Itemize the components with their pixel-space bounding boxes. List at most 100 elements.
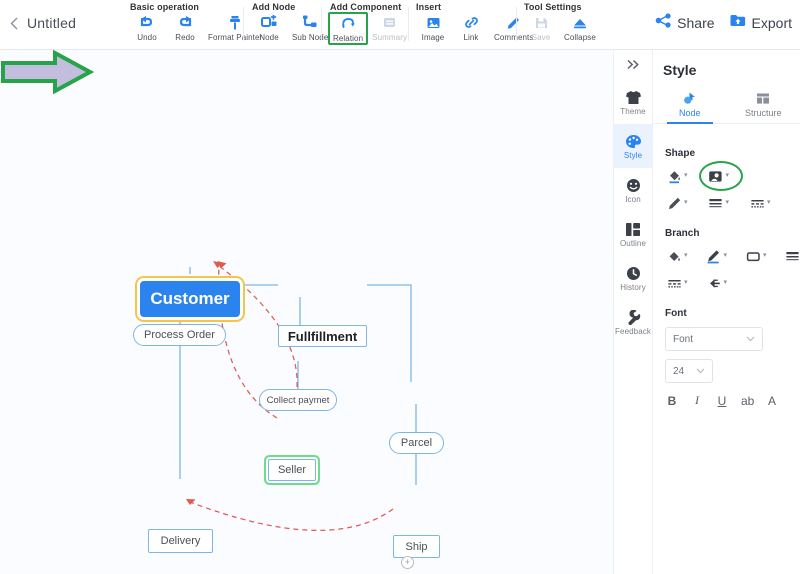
underline-button[interactable]: U xyxy=(716,394,728,408)
save-button[interactable]: Save xyxy=(522,13,560,42)
insert-image-button[interactable]: Image xyxy=(414,13,452,42)
branch-stroke-color-button[interactable]: ▾ xyxy=(705,247,729,265)
shape-line-weight-button[interactable]: ▾ xyxy=(707,194,731,212)
node-label: Seller xyxy=(277,464,307,476)
mindmap-node-seller[interactable]: Seller xyxy=(268,459,316,481)
mindmap-node-delivery[interactable]: Delivery xyxy=(148,529,213,553)
branch-arrow-style-button[interactable]: ▾ xyxy=(705,274,729,292)
sidebar-label: History xyxy=(620,282,646,292)
mindmap-node-parcel[interactable]: Parcel xyxy=(389,432,444,454)
shape-line-dash-button[interactable]: ▾ xyxy=(748,194,772,212)
summary-button[interactable]: Summary xyxy=(368,13,411,42)
insert-image-label: Image xyxy=(421,33,445,42)
back-button[interactable] xyxy=(6,16,22,34)
fill-bucket-icon xyxy=(666,248,682,264)
tab-node[interactable]: Node xyxy=(653,90,727,124)
layout-blocks-icon xyxy=(625,221,641,238)
branch-line-weight-button[interactable]: ▾ xyxy=(784,247,800,265)
sidebar-item-history[interactable]: History xyxy=(614,256,652,300)
add-sub-node-icon xyxy=(302,13,318,32)
text-color-button[interactable]: A xyxy=(766,394,778,408)
add-node-button[interactable]: Node xyxy=(250,13,288,42)
section-title: Branch xyxy=(665,228,700,239)
relation-label: Relation xyxy=(333,34,364,43)
node-label: Collect paymet xyxy=(266,394,330,406)
chevron-down-icon: ▾ xyxy=(723,279,728,286)
redo-button[interactable]: Redo xyxy=(166,13,204,42)
export-button[interactable]: Export xyxy=(729,13,792,33)
highlighter-pen-icon xyxy=(706,248,722,264)
rounded-rect-icon xyxy=(745,248,761,264)
node-label: Parcel xyxy=(400,437,433,449)
summary-label: Summary xyxy=(372,33,408,42)
branch-fill-button[interactable]: ▾ xyxy=(665,247,689,265)
font-size-field: 24 xyxy=(665,359,800,383)
add-node-label: Node xyxy=(259,33,279,42)
line-dash-style-icon xyxy=(749,195,765,211)
collapse-up-icon xyxy=(572,13,588,32)
palette-icon xyxy=(625,133,642,150)
share-button[interactable]: Share xyxy=(655,13,715,33)
font-size-select[interactable]: 24 xyxy=(665,359,713,383)
structure-grid-icon xyxy=(756,90,770,106)
line-weight-icon xyxy=(785,248,800,264)
insert-link-label: Link xyxy=(463,33,479,42)
font-family-value: Font xyxy=(673,333,694,345)
section-title: Shape xyxy=(665,148,696,159)
sidebar-item-feedback[interactable]: Feedback xyxy=(614,300,652,344)
undo-button[interactable]: Undo xyxy=(128,13,166,42)
italic-button[interactable]: I xyxy=(691,393,703,408)
chevron-down-icon: ▾ xyxy=(725,199,730,206)
chevron-down-icon: ▾ xyxy=(725,172,730,179)
summary-bracket-icon xyxy=(382,13,397,32)
shape-fill-button[interactable]: ▾ xyxy=(665,167,689,185)
document-title[interactable]: Untitled xyxy=(27,15,76,31)
section-title: Font xyxy=(665,308,687,319)
branch-row-2: ▾ ▾ xyxy=(665,274,800,292)
relation-button[interactable]: Relation xyxy=(328,12,369,45)
shape-row-1: ▾ ▾ xyxy=(665,161,800,191)
text-case-button[interactable]: ab xyxy=(741,394,754,408)
chevron-down-icon xyxy=(696,366,705,377)
chevron-down-icon: ▾ xyxy=(684,172,688,179)
sidebar-item-outline[interactable]: Outline xyxy=(614,212,652,256)
double-chevron-right-icon xyxy=(626,58,640,73)
collapse-button[interactable]: Collapse xyxy=(560,13,600,42)
tab-structure[interactable]: Structure xyxy=(727,90,800,123)
floppy-save-icon xyxy=(534,13,549,32)
branch-shape-button[interactable]: ▾ xyxy=(744,247,768,265)
group-title: Tool Settings xyxy=(524,2,582,12)
mindmap-canvas[interactable]: Customer Process Order Fullfillment Coll… xyxy=(0,50,613,574)
plus-circle-icon[interactable]: + xyxy=(401,556,414,569)
font-size-value: 24 xyxy=(673,365,685,377)
sidebar-item-icon[interactable]: Icon xyxy=(614,168,652,212)
mindmap-node-customer[interactable]: Customer xyxy=(140,281,240,317)
shape-stroke-color-button[interactable]: ▾ xyxy=(665,194,689,212)
add-sub-node-button[interactable]: Sub Node xyxy=(288,13,332,42)
mindmap-node-fulfillment[interactable]: Fullfillment xyxy=(278,325,367,347)
mindmap-node-ship[interactable]: Ship xyxy=(393,535,440,558)
collapse-panel-button[interactable] xyxy=(614,50,652,80)
insert-link-button[interactable]: Link xyxy=(452,13,490,42)
pencil-comment-icon xyxy=(506,13,521,32)
node-label: Delivery xyxy=(160,535,201,547)
sidebar-item-style[interactable]: Style xyxy=(614,124,652,168)
sidebar-item-theme[interactable]: Theme xyxy=(614,80,652,124)
shape-row-2: ▾ ▾ ▾ xyxy=(665,194,800,212)
font-family-field: Font xyxy=(665,327,800,351)
line-dash-style-icon xyxy=(666,275,682,291)
mindmap-node-collect-payment[interactable]: Collect paymet xyxy=(259,389,337,411)
clock-icon xyxy=(625,265,642,282)
group-title: Insert xyxy=(416,2,442,12)
font-family-select[interactable]: Font xyxy=(665,327,763,351)
topbar-actions: Share Export xyxy=(655,13,792,33)
branch-line-dash-button[interactable]: ▾ xyxy=(665,274,689,292)
tab-label: Structure xyxy=(744,108,782,118)
mindmap-node-process-order[interactable]: Process Order xyxy=(133,324,226,346)
redo-arrow-icon xyxy=(176,13,194,32)
bold-button[interactable]: B xyxy=(666,394,678,408)
node-label: Fullfillment xyxy=(287,328,358,344)
line-weight-icon xyxy=(708,195,724,211)
shape-border-button[interactable]: ▾ xyxy=(698,161,743,191)
chevron-down-icon: ▾ xyxy=(684,279,688,286)
